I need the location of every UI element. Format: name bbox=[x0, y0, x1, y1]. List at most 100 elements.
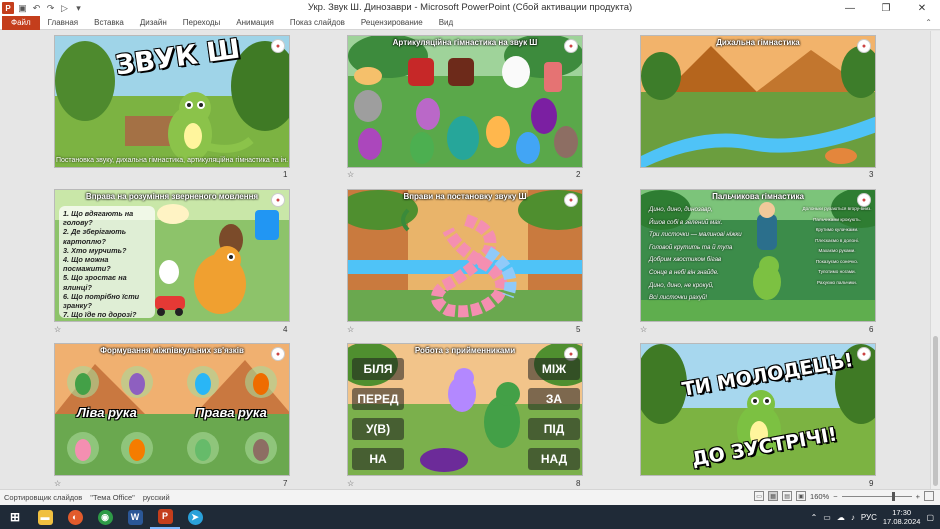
fit-to-window-icon[interactable] bbox=[924, 491, 934, 501]
reading-view-icon[interactable]: ▤ bbox=[782, 491, 793, 501]
collapse-ribbon-icon[interactable]: ⌃ bbox=[925, 18, 932, 27]
redo-icon[interactable]: ↷ bbox=[45, 3, 56, 14]
slide-logo-icon: ● bbox=[271, 347, 285, 361]
title-bar: P ▣ ↶ ↷ ▷ ▾ Укр. Звук Ш. Динозаври - Mic… bbox=[0, 0, 940, 16]
slide-number-5: 5 bbox=[576, 325, 581, 334]
preposition-word: У(В) bbox=[352, 418, 404, 440]
slide-4-title: Вправа на розуміння зверненого мовлення bbox=[85, 192, 259, 201]
slide-3-background bbox=[641, 36, 875, 167]
slide-thumbnail-9[interactable]: ● ТИ МОЛОДЕЦЬ! ДО ЗУСТРІЧІ! bbox=[640, 343, 876, 476]
tab-view[interactable]: Вид bbox=[431, 16, 461, 30]
question-item: 7. Що їде по дорозі? bbox=[63, 310, 137, 320]
show-hidden-icons-icon[interactable]: ⌃ bbox=[811, 513, 818, 522]
taskbar-file-explorer[interactable]: ▬ bbox=[30, 505, 60, 529]
slide-thumbnail-3[interactable]: Дихальна гімнастика ● bbox=[640, 35, 876, 168]
vertical-scrollbar[interactable] bbox=[930, 31, 940, 489]
customize-qat-icon[interactable]: ▾ bbox=[73, 3, 84, 14]
zoom-out-icon[interactable]: − bbox=[833, 492, 837, 501]
slide-logo-icon: ● bbox=[271, 39, 285, 53]
close-icon[interactable]: ✕ bbox=[904, 0, 940, 16]
taskbar-telegram[interactable]: ➤ bbox=[180, 505, 210, 529]
question-item: 3. Хто мурчить? bbox=[63, 245, 127, 255]
slide-5-background bbox=[348, 190, 582, 321]
notifications-icon[interactable]: ▢ bbox=[926, 513, 934, 522]
clock-date: 17.08.2024 bbox=[882, 517, 921, 526]
volume-icon[interactable]: ♪ bbox=[851, 513, 855, 522]
slide-number-3: 3 bbox=[869, 170, 874, 179]
hint-line: Махаємо руками. bbox=[818, 248, 856, 253]
taskbar-powerpoint[interactable]: P bbox=[150, 505, 180, 529]
tab-review[interactable]: Рецензирование bbox=[353, 16, 431, 30]
verse-list: Дино, дино, динозавр, Йшов собі в зелени… bbox=[649, 204, 759, 305]
theme-name: "Тема Office" bbox=[90, 493, 135, 502]
slide-thumbnail-4[interactable]: Вправа на розуміння зверненого мовлення … bbox=[54, 189, 290, 322]
tab-design[interactable]: Дизайн bbox=[132, 16, 175, 30]
verse-line: Сонце в небі він знайде. bbox=[649, 268, 719, 276]
slide-thumbnail-8[interactable]: Робота з прийменниками ● БІЛЯ ПЕРЕД У(В)… bbox=[347, 343, 583, 476]
slide-sorter-view-icon[interactable]: ▦ bbox=[768, 491, 779, 501]
scrollbar-thumb[interactable] bbox=[933, 336, 938, 486]
zoom-in-icon[interactable]: + bbox=[916, 492, 920, 501]
save-icon[interactable]: ▣ bbox=[17, 3, 28, 14]
preposition-word: ПІД bbox=[528, 418, 580, 440]
chrome-icon: ◉ bbox=[97, 509, 113, 525]
zoom-slider-knob[interactable] bbox=[891, 492, 895, 501]
slide-logo-icon: ● bbox=[857, 347, 871, 361]
slide-logo-icon: ● bbox=[564, 39, 578, 53]
animation-marker-icon[interactable]: ☆ bbox=[347, 479, 354, 488]
restore-icon[interactable]: ❐ bbox=[868, 0, 904, 16]
preposition-word: НАД bbox=[528, 448, 580, 470]
ribbon-tabs: Файл Главная Вставка Дизайн Переходы Ани… bbox=[0, 15, 940, 30]
slide-logo-icon: ● bbox=[857, 39, 871, 53]
start-button[interactable]: ⊞ bbox=[0, 505, 30, 529]
verse-line: Головой крутить та й тупа bbox=[649, 243, 733, 251]
slideshow-view-icon[interactable]: ▣ bbox=[796, 491, 807, 501]
keyboard-language[interactable]: РУС bbox=[861, 513, 877, 522]
view-name: Сортировщик слайдов bbox=[4, 493, 83, 502]
slide-number-1: 1 bbox=[283, 170, 288, 179]
normal-view-icon[interactable]: ▭ bbox=[754, 491, 765, 501]
zoom-slider[interactable] bbox=[841, 491, 912, 501]
animation-marker-icon[interactable]: ☆ bbox=[54, 325, 61, 334]
slide-thumbnail-7[interactable]: Формування міжпівкульних зв'язків ● Ліва… bbox=[54, 343, 290, 476]
minimize-icon[interactable]: — bbox=[832, 0, 868, 16]
clock[interactable]: 17:30 17.08.2024 bbox=[883, 508, 921, 526]
tab-file[interactable]: Файл bbox=[2, 15, 40, 30]
hint-line: Крутимо кулачками. bbox=[815, 227, 859, 232]
tab-animations[interactable]: Анимация bbox=[228, 16, 282, 30]
document-title: Укр. Звук Ш. Динозаври - Microsoft Power… bbox=[307, 2, 633, 13]
slide-thumbnail-6[interactable]: Пальчикова гімнастика ● Дино, дино, дино… bbox=[640, 189, 876, 322]
hint-line: Долоньки рухаються вгору-вниз. bbox=[802, 206, 872, 211]
left-hand-label: Ліва рука bbox=[77, 405, 137, 420]
zoom-level[interactable]: 160% bbox=[810, 492, 829, 501]
start-slideshow-icon[interactable]: ▷ bbox=[59, 3, 70, 14]
tab-insert[interactable]: Вставка bbox=[86, 16, 132, 30]
slide-number-4: 4 bbox=[283, 325, 288, 334]
undo-icon[interactable]: ↶ bbox=[31, 3, 42, 14]
taskbar-word[interactable]: W bbox=[120, 505, 150, 529]
tab-transitions[interactable]: Переходы bbox=[175, 16, 229, 30]
taskbar-opera[interactable]: ◐ bbox=[60, 505, 90, 529]
word-icon: W bbox=[127, 509, 143, 525]
powerpoint-taskbar-icon: P bbox=[157, 508, 173, 524]
verse-line: Дино, дино, не крокуй, bbox=[649, 281, 714, 289]
tab-home[interactable]: Главная bbox=[40, 16, 86, 30]
language-indicator[interactable]: русский bbox=[139, 493, 174, 502]
hint-line: Рахуємо пальчики. bbox=[816, 279, 857, 285]
taskbar-chrome[interactable]: ◉ bbox=[90, 505, 120, 529]
animation-marker-icon[interactable]: ☆ bbox=[54, 479, 61, 488]
slide-logo-icon: ● bbox=[564, 193, 578, 207]
animation-marker-icon[interactable]: ☆ bbox=[640, 325, 647, 334]
tab-slideshow[interactable]: Показ слайдов bbox=[282, 16, 353, 30]
slide-thumbnail-5[interactable]: Вправи на постановку звуку Ш ● bbox=[347, 189, 583, 322]
slide-2-background bbox=[348, 36, 582, 167]
question-item: 2. Де зберігають картоплю? bbox=[63, 227, 127, 246]
battery-icon[interactable]: ▭ bbox=[823, 513, 831, 522]
slide-thumbnail-1[interactable]: ЗВУК Ш ● Постановка звуку, дихальна гімн… bbox=[54, 35, 290, 168]
slide-thumbnail-2[interactable]: Артикуляційна гімнастика на звук Ш ● bbox=[347, 35, 583, 168]
network-icon[interactable]: ☁ bbox=[837, 513, 845, 522]
preposition-word: НА bbox=[352, 448, 404, 470]
animation-marker-icon[interactable]: ☆ bbox=[347, 170, 354, 179]
system-tray: ⌃ ▭ ☁ ♪ РУС 17:30 17.08.2024 ▢ bbox=[811, 505, 934, 529]
animation-marker-icon[interactable]: ☆ bbox=[347, 325, 354, 334]
